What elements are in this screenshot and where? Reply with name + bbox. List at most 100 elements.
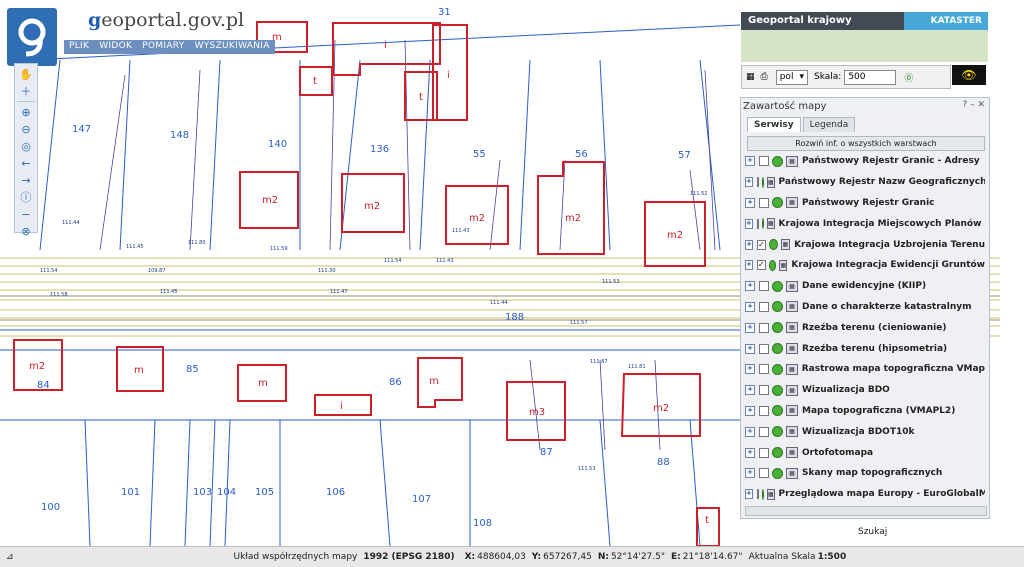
zoom-box-out-icon[interactable]: ⊖: [19, 122, 33, 136]
expand-icon[interactable]: +: [745, 281, 755, 292]
svg-text:m: m: [258, 378, 268, 389]
banner: Geoportal krajowy KATASTER: [741, 12, 988, 62]
svg-text:m2: m2: [29, 361, 45, 372]
layer-item[interactable]: + ▦ Rzeźba terenu (cieniowanie): [745, 317, 985, 338]
layer-checkbox[interactable]: [759, 343, 769, 354]
layer-checkbox[interactable]: [756, 177, 759, 188]
back-arrow-icon[interactable]: ←: [19, 156, 33, 170]
geoportal-logo[interactable]: [7, 8, 57, 66]
svg-text:111.53: 111.53: [578, 466, 596, 472]
layer-item[interactable]: + ▦ Skany map topograficznych: [745, 463, 985, 484]
print-icon[interactable]: ⎙: [761, 72, 768, 82]
layer-item[interactable]: + ▦ Państwowy Rejestr Granic: [745, 193, 985, 214]
expand-icon[interactable]: +: [745, 385, 755, 396]
status-dot-icon: [761, 218, 764, 230]
expand-icon[interactable]: +: [745, 260, 753, 271]
layer-label: Rzeźba terenu (cieniowanie): [802, 322, 947, 333]
layer-item[interactable]: + ▦ Krajowa Integracja Miejscowych Planów …: [745, 213, 985, 234]
expand-icon[interactable]: +: [745, 364, 755, 375]
zoom-in-icon[interactable]: ＋: [19, 84, 33, 98]
layer-checkbox[interactable]: [759, 426, 769, 437]
site-title: geoportal.gov.pl: [88, 9, 245, 31]
layer-checkbox[interactable]: [756, 218, 759, 229]
expand-icon[interactable]: +: [745, 426, 755, 437]
svg-text:148: 148: [170, 130, 189, 141]
svg-text:101: 101: [121, 487, 140, 498]
pan-hand-icon[interactable]: ✋: [19, 67, 33, 81]
layer-item[interactable]: + ▦ Państwowy Rejestr Nazw Geograficznych: [745, 172, 985, 193]
layer-checkbox[interactable]: [759, 197, 769, 208]
zoom-box-in-icon[interactable]: ⊕: [19, 105, 33, 119]
layer-item[interactable]: + ▦ Dane o charakterze katastralnym: [745, 297, 985, 318]
menu-pomiary[interactable]: POMIARY: [137, 40, 189, 54]
zoom-extent-icon[interactable]: ◎: [19, 139, 33, 153]
status-dot-icon: [772, 197, 783, 209]
scale-control: ▦ ⎙ pol ▾ Skala: 500 ⓪: [741, 65, 951, 89]
layer-item[interactable]: + ✓ ▦ Krajowa Integracja Uzbrojenia Terenu: [745, 234, 985, 255]
search-label[interactable]: Szukaj: [858, 527, 887, 537]
corner-icon[interactable]: ⊿: [6, 552, 14, 562]
expand-icon[interactable]: +: [745, 447, 755, 458]
svg-text:87: 87: [540, 447, 553, 458]
expand-icon[interactable]: +: [745, 197, 755, 208]
layer-item[interactable]: + ▦ Rzeźba terenu (hipsometria): [745, 338, 985, 359]
expand-icon[interactable]: +: [745, 156, 755, 167]
expand-icon[interactable]: +: [745, 322, 755, 333]
layer-item[interactable]: + ▦ Wizualizacja BDOT10k: [745, 421, 985, 442]
layer-item[interactable]: + ▦ Przeglądowa mapa Europy - EuroGlobalMa…: [745, 484, 985, 505]
layer-checkbox[interactable]: [759, 301, 769, 312]
layer-checkbox[interactable]: [759, 468, 769, 479]
tab-serwisy[interactable]: Serwisy: [747, 117, 801, 132]
layer-type-icon: ▦: [766, 218, 775, 230]
layer-checkbox[interactable]: [759, 156, 769, 167]
layer-item[interactable]: + ✓ ▦ Krajowa Integracja Ewidencji Gruntów: [745, 255, 985, 276]
layer-checkbox[interactable]: [759, 322, 769, 333]
expand-icon[interactable]: +: [745, 468, 755, 479]
svg-text:111.57: 111.57: [570, 320, 588, 326]
panel-controls[interactable]: ? – ✕: [962, 100, 985, 110]
help-icon[interactable]: ⓪: [904, 71, 913, 84]
layer-checkbox[interactable]: [759, 405, 769, 416]
layer-checkbox[interactable]: [756, 489, 759, 500]
layer-label: Krajowa Integracja Ewidencji Gruntów: [791, 260, 985, 271]
zoom-out-icon[interactable]: −: [19, 207, 33, 221]
expand-icon[interactable]: +: [745, 301, 755, 312]
svg-text:111.47: 111.47: [330, 289, 348, 295]
menu-plik[interactable]: PLIK: [64, 40, 94, 54]
layer-checkbox[interactable]: ✓: [757, 239, 766, 250]
svg-text:111.54: 111.54: [40, 268, 58, 274]
layer-checkbox[interactable]: [758, 364, 769, 375]
scale-input[interactable]: 500: [844, 69, 897, 85]
layer-item[interactable]: + ▦ Rastrowa mapa topograficzna VMap: [745, 359, 985, 380]
clear-icon[interactable]: ⊗: [19, 224, 33, 238]
expand-all-button[interactable]: Rozwiń inf. o wszystkich warstwach: [747, 136, 985, 151]
layer-checkbox[interactable]: [759, 447, 769, 458]
layer-item[interactable]: + ▦ Wizualizacja BDO: [745, 380, 985, 401]
info-icon[interactable]: ⓘ: [19, 190, 33, 204]
expand-icon[interactable]: +: [745, 405, 755, 416]
layer-item[interactable]: + ▦ Dane ewidencyjne (KIIP): [745, 276, 985, 297]
layer-item[interactable]: + ▦ Państwowy Rejestr Granic - Adresy: [745, 151, 985, 172]
forward-arrow-icon[interactable]: →: [19, 173, 33, 187]
layer-item[interactable]: + ▦ Ortofotomapa: [745, 442, 985, 463]
expand-icon[interactable]: +: [745, 177, 753, 188]
language-select[interactable]: pol ▾: [775, 69, 808, 85]
eye-toggle[interactable]: 👁: [952, 65, 986, 85]
panel-scrollbar[interactable]: [745, 506, 987, 516]
menu-wyszukiwania[interactable]: WYSZUKIWANIA: [190, 40, 275, 54]
layer-checkbox[interactable]: ✓: [756, 260, 766, 271]
layer-item[interactable]: + ▦ Mapa topograficzna (VMAPL2): [745, 401, 985, 422]
tab-legenda[interactable]: Legenda: [802, 117, 856, 132]
banner-kataster[interactable]: KATASTER: [904, 12, 988, 30]
expand-icon[interactable]: +: [745, 218, 753, 229]
grid-icon[interactable]: ▦: [746, 72, 755, 82]
menu-widok[interactable]: WIDOK: [94, 40, 137, 54]
expand-icon[interactable]: +: [745, 239, 754, 250]
layer-checkbox[interactable]: [759, 281, 769, 292]
layer-type-icon: ▦: [786, 197, 798, 209]
expand-icon[interactable]: +: [745, 489, 753, 500]
layer-checkbox[interactable]: [759, 385, 769, 396]
svg-text:111.59: 111.59: [270, 246, 288, 252]
layer-label: Państwowy Rejestr Granic - Adresy: [802, 156, 980, 167]
expand-icon[interactable]: +: [745, 343, 755, 354]
